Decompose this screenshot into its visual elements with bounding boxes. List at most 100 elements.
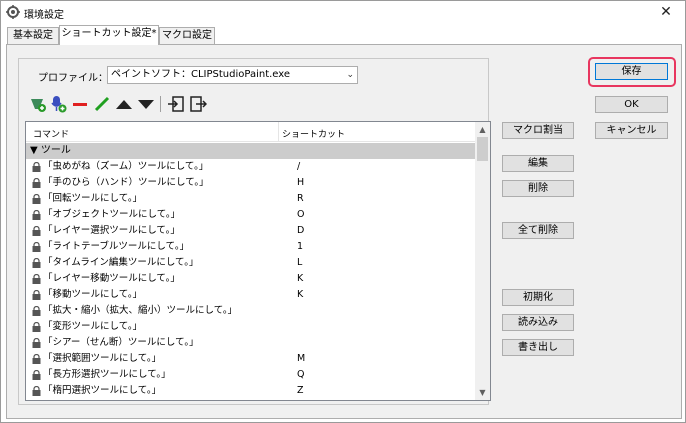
delete-all-button[interactable]: 全て削除	[502, 222, 574, 239]
lock-icon	[32, 338, 41, 348]
remove-icon[interactable]	[71, 95, 89, 113]
list-item[interactable]: 「楕円選択ツールにして。」 Z	[26, 383, 476, 399]
list-item[interactable]: 「手のひら（ハンド）ツールにして。」 H	[26, 175, 476, 191]
command-cell: 「回転ツールにして。」	[43, 193, 143, 204]
list-item[interactable]: 「変形ツールにして。」	[26, 319, 476, 335]
column-header-shortcut[interactable]: ショートカット	[282, 127, 345, 140]
scroll-up-icon[interactable]: ▲	[475, 122, 490, 137]
lock-icon	[32, 226, 41, 236]
save-button[interactable]: 保存	[595, 63, 668, 80]
command-cell: 「移動ツールにして。」	[43, 289, 143, 300]
lock-icon	[32, 274, 41, 284]
lock-icon	[32, 162, 41, 172]
lock-icon	[32, 370, 41, 380]
initialize-button[interactable]: 初期化	[502, 289, 574, 306]
group-row-tool[interactable]: ▼ ツール	[26, 143, 476, 159]
shortcut-cell: K	[297, 289, 304, 300]
macro-assign-button[interactable]: マクロ割当	[502, 122, 574, 139]
command-cell: 「投げなわ選択ツールにして。」	[43, 399, 180, 400]
cancel-button[interactable]: キャンセル	[595, 122, 668, 139]
add-macro-icon[interactable]	[49, 95, 67, 113]
list-item[interactable]: 「長方形選択ツールにして。」 Q	[26, 367, 476, 383]
column-header-command[interactable]: コマンド	[33, 127, 69, 140]
export-icon[interactable]	[189, 95, 207, 113]
list-item[interactable]: 「レイヤー選択ツールにして。」 D	[26, 223, 476, 239]
list-item[interactable]: 「虫めがね（ズーム）ツールにして。」 /	[26, 159, 476, 175]
collapse-triangle-icon[interactable]: ▼	[30, 145, 38, 156]
shortcut-cell: Z	[297, 385, 304, 396]
load-button[interactable]: 読み込み	[502, 314, 574, 331]
import-icon[interactable]	[167, 95, 185, 113]
title-bar: 環境設定 ✕	[1, 1, 685, 23]
shortcut-cell: M	[297, 353, 306, 364]
shortcut-list[interactable]: コマンド ショートカット ▼ ツール 「虫めがね（ズーム）ツールにして。」 / 「手…	[25, 121, 491, 401]
list-item[interactable]: 「回転ツールにして。」 R	[26, 191, 476, 207]
shortcut-cell: O	[297, 209, 305, 220]
write-out-button[interactable]: 書き出し	[502, 339, 574, 356]
command-cell: 「オブジェクトツールにして。」	[43, 209, 181, 220]
command-cell: 「レイヤー選択ツールにして。」	[43, 225, 180, 236]
command-cell: 「虫めがね（ズーム）ツールにして。」	[43, 161, 209, 172]
group-label: ツール	[40, 145, 71, 156]
command-cell: 「手のひら（ハンド）ツールにして。」	[43, 177, 209, 188]
profile-value: ペイントソフト：CLIPStudioPaint.exe	[111, 69, 291, 80]
tab-basic-settings[interactable]: 基本設定	[7, 27, 59, 45]
command-cell: 「レイヤー移動ツールにして。」	[43, 273, 180, 284]
list-item[interactable]: 「オブジェクトツールにして。」 O	[26, 207, 476, 223]
lock-icon	[32, 242, 41, 252]
gear-icon	[6, 5, 20, 19]
close-icon[interactable]: ✕	[655, 3, 677, 21]
list-item[interactable]: 「投げなわ選択ツールにして。」 V	[26, 399, 476, 400]
shortcut-cell: K	[297, 273, 304, 284]
scroll-down-icon[interactable]: ▼	[475, 385, 490, 400]
profile-select[interactable]: ペイントソフト：CLIPStudioPaint.exe ⌄	[107, 66, 358, 84]
chevron-down-icon: ⌄	[346, 70, 354, 80]
command-cell: 「長方形選択ツールにして。」	[43, 369, 171, 380]
column-divider[interactable]	[278, 122, 279, 142]
shortcut-cell: 1	[297, 241, 304, 252]
lock-icon	[32, 322, 41, 332]
list-header: コマンド ショートカット	[26, 122, 476, 142]
list-item[interactable]: 「ライトテーブルツールにして。」 1	[26, 239, 476, 255]
command-cell: 「楕円選択ツールにして。」	[43, 385, 162, 396]
list-item[interactable]: 「レイヤー移動ツールにして。」 K	[26, 271, 476, 287]
list-item[interactable]: 「タイムライン編集ツールにして。」 L	[26, 255, 476, 271]
tab-macro-settings[interactable]: マクロ設定	[159, 27, 215, 45]
toolbar-separator	[160, 96, 161, 112]
window-title: 環境設定	[24, 10, 64, 21]
ok-button[interactable]: OK	[595, 96, 668, 113]
lock-icon	[32, 210, 41, 220]
list-item[interactable]: 「シアー（せん断）ツールにして。」	[26, 335, 476, 351]
move-down-icon[interactable]	[137, 95, 155, 113]
shortcut-cell: L	[297, 257, 303, 268]
list-item[interactable]: 「選択範囲ツールにして。」 M	[26, 351, 476, 367]
settings-window: 環境設定 ✕ 基本設定 ショートカット設定* マクロ設定 プロファイル： ペイン…	[0, 0, 686, 423]
vertical-scrollbar[interactable]: ▲ ▼	[475, 122, 490, 400]
shortcut-cell: D	[297, 225, 305, 236]
command-cell: 「選択範囲ツールにして。」	[43, 353, 162, 364]
tab-shortcut-settings[interactable]: ショートカット設定*	[59, 25, 159, 45]
lock-icon	[32, 194, 41, 204]
lock-icon	[32, 258, 41, 268]
edit-icon[interactable]	[93, 95, 111, 113]
scroll-thumb[interactable]	[477, 137, 488, 161]
command-cell: 「ライトテーブルツールにして。」	[43, 241, 190, 252]
lock-icon	[32, 386, 41, 396]
lock-icon	[32, 306, 41, 316]
shortcut-cell: R	[297, 193, 304, 204]
shortcut-cell: V	[297, 399, 304, 400]
move-up-icon[interactable]	[115, 95, 133, 113]
lock-icon	[32, 178, 41, 188]
lock-icon	[32, 290, 41, 300]
command-cell: 「タイムライン編集ツールにして。」	[43, 257, 199, 268]
list-item[interactable]: 「拡大・縮小（拡大、縮小）ツールにして。」	[26, 303, 476, 319]
list-item[interactable]: 「移動ツールにして。」 K	[26, 287, 476, 303]
shortcut-cell: Q	[297, 369, 305, 380]
delete-button[interactable]: 削除	[502, 180, 574, 197]
edit-button[interactable]: 編集	[502, 155, 574, 172]
lock-icon	[32, 354, 41, 364]
shortcut-cell: H	[297, 177, 305, 188]
command-cell: 「シアー（せん断）ツールにして。」	[43, 337, 199, 348]
add-shortcut-icon[interactable]	[29, 95, 47, 113]
shortcut-cell: /	[297, 161, 301, 172]
